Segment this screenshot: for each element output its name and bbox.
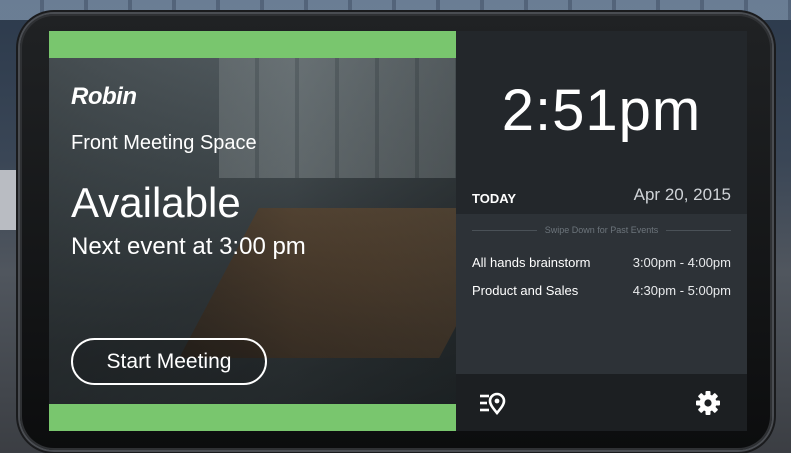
event-list[interactable]: Swipe Down for Past Events All hands bra… (456, 214, 747, 374)
bottom-toolbar (456, 374, 747, 431)
room-status: Available (71, 179, 241, 226)
list-item[interactable]: Product and Sales 4:30pm - 5:00pm (472, 283, 731, 303)
room-status-panel: Robin Front Meeting Space Available Next… (49, 31, 519, 431)
next-event: Next event at 3:00 pm (71, 233, 306, 260)
start-meeting-button[interactable]: Start Meeting (71, 338, 267, 385)
event-time: 3:00pm - 4:00pm (632, 255, 731, 270)
brand-logo: Robin (71, 83, 137, 110)
today-label: TODAY (472, 191, 517, 206)
room-display-screen: Robin Front Meeting Space Available Next… (49, 31, 747, 431)
today-header: TODAY Apr 20, 2015 (456, 183, 747, 213)
room-name: Front Meeting Space (71, 132, 257, 154)
event-name: All hands brainstorm (472, 255, 591, 270)
event-time: 4:30pm - 5:00pm (632, 283, 731, 298)
date: Apr 20, 2015 (633, 185, 731, 204)
availability-bar-bottom (49, 404, 456, 431)
swipe-hint: Swipe Down for Past Events (472, 223, 731, 237)
event-name: Product and Sales (472, 283, 579, 298)
swipe-hint-text: Swipe Down for Past Events (544, 225, 659, 235)
list-item[interactable]: All hands brainstorm 3:00pm - 4:00pm (472, 255, 731, 275)
availability-bar-top (49, 31, 456, 58)
clock: 2:51pm (501, 78, 702, 143)
schedule-panel: 2:51pm TODAY Apr 20, 2015 Swipe Down for… (456, 31, 747, 431)
find-room-icon[interactable] (477, 388, 507, 418)
gear-icon[interactable] (693, 388, 723, 418)
